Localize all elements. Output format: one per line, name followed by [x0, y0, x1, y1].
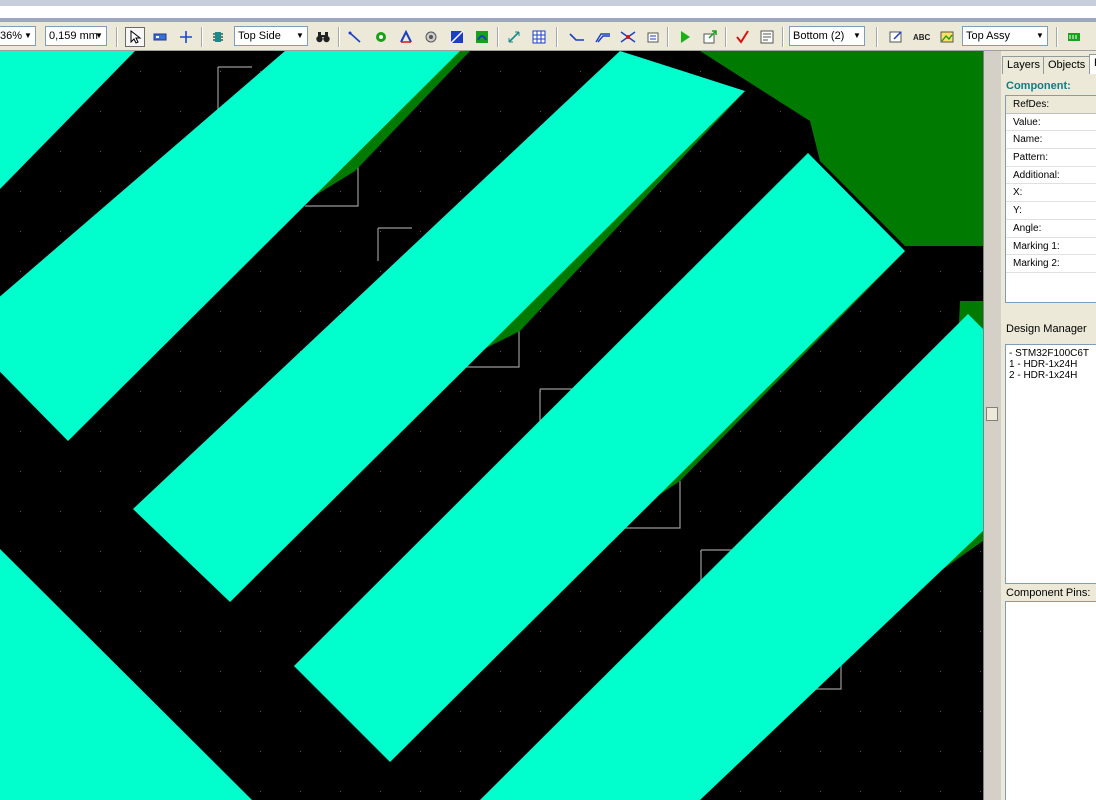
pad-icon[interactable] — [421, 27, 441, 47]
tab-properties[interactable]: F — [1089, 54, 1096, 74]
drc-icon[interactable] — [732, 27, 752, 47]
main-toolbar: 36% ▼ 0,159 mm ▼ Top Side ▼ Bottom (2) ▼… — [0, 22, 1096, 51]
panel-splitter[interactable] — [983, 51, 1001, 800]
toolbar-separator — [201, 27, 203, 47]
place-component-icon[interactable] — [150, 27, 170, 47]
component-pins-title: Component Pins: — [1006, 587, 1091, 599]
property-row-marking-2[interactable]: Marking 2: — [1006, 255, 1096, 273]
export-icon[interactable] — [700, 27, 720, 47]
spell-abc-icon[interactable]: ABC — [911, 27, 933, 47]
toolbar-separator — [667, 27, 669, 47]
pcb-canvas[interactable] — [0, 51, 983, 800]
layers-view-icon[interactable] — [1064, 27, 1084, 47]
assy-combo[interactable]: Top Assy ▼ — [962, 26, 1048, 46]
manual-route-icon[interactable] — [567, 27, 587, 47]
toolbar-separator — [1056, 27, 1058, 47]
bus-route-icon[interactable] — [618, 27, 638, 47]
autoroute-icon[interactable] — [643, 27, 663, 47]
tab-layers[interactable]: Layers — [1002, 56, 1046, 74]
dimension-icon[interactable] — [504, 27, 524, 47]
property-row-value[interactable]: Value: — [1006, 114, 1096, 132]
property-row-refdes[interactable]: RefDes: — [1006, 96, 1096, 114]
component-title: Component: — [1006, 80, 1071, 92]
property-row-additional[interactable]: Additional: — [1006, 167, 1096, 185]
title-strip — [0, 0, 1096, 22]
svg-text:ABC: ABC — [913, 33, 931, 42]
multi-route-icon[interactable] — [593, 27, 613, 47]
property-row-name[interactable]: Name: — [1006, 131, 1096, 150]
copper-pour-icon[interactable] — [472, 27, 492, 47]
chip-icon[interactable] — [208, 27, 228, 47]
chevron-down-icon[interactable]: ▼ — [21, 27, 35, 45]
chevron-down-icon[interactable]: ▼ — [92, 27, 106, 45]
toolbar-separator — [338, 27, 340, 47]
design-manager-list[interactable]: - STM32F100C6T 1 - HDR-1x24H 2 - HDR-1x2… — [1005, 344, 1096, 584]
design-item-stm32[interactable]: - STM32F100C6T — [1009, 348, 1096, 359]
crosshair-icon[interactable] — [176, 27, 196, 47]
route-wire-icon[interactable] — [345, 27, 365, 47]
drc-report-icon[interactable] — [757, 27, 777, 47]
toolbar-separator — [497, 27, 499, 47]
via-icon[interactable] — [371, 27, 391, 47]
chevron-down-icon[interactable]: ▼ — [1033, 27, 1047, 45]
side-combo[interactable]: Top Side ▼ — [234, 26, 308, 46]
component-properties-grid: RefDes: Value: Name: Pattern: Additional… — [1005, 95, 1096, 303]
chevron-down-icon[interactable]: ▼ — [850, 27, 864, 45]
property-row-x[interactable]: X: — [1006, 184, 1096, 203]
layer-combo[interactable]: Bottom (2) ▼ — [789, 26, 865, 46]
toolbar-separator — [782, 27, 784, 47]
title-bar-edge — [0, 0, 1096, 6]
toolbar-separator — [725, 27, 727, 47]
design-manager-title: Design Manager — [1006, 323, 1087, 335]
toolbar-separator — [116, 27, 118, 47]
properties-icon[interactable] — [886, 27, 906, 47]
image-icon[interactable] — [937, 27, 957, 47]
toolbar-separator — [876, 27, 878, 47]
chevron-down-icon[interactable]: ▼ — [293, 27, 307, 45]
toolbar-separator — [556, 27, 558, 47]
design-item-hdr-2[interactable]: 2 - HDR-1x24H — [1009, 370, 1096, 381]
text-icon[interactable] — [396, 27, 416, 47]
property-row-pattern[interactable]: Pattern: — [1006, 149, 1096, 167]
run-icon[interactable] — [675, 27, 695, 47]
pcb-drawing[interactable] — [0, 51, 983, 800]
properties-panel: Layers Objects F Component: RefDes: Valu… — [1001, 51, 1096, 800]
property-row-marking-1[interactable]: Marking 1: — [1006, 238, 1096, 256]
binoculars-icon[interactable] — [313, 27, 333, 47]
polygon-icon[interactable] — [447, 27, 467, 47]
zoom-combo[interactable]: 36% ▼ — [0, 26, 36, 46]
tab-objects[interactable]: Objects — [1043, 56, 1091, 74]
property-row-angle[interactable]: Angle: — [1006, 220, 1096, 238]
property-row-y[interactable]: Y: — [1006, 202, 1096, 220]
design-item-hdr-1[interactable]: 1 - HDR-1x24H — [1009, 359, 1096, 370]
grid-combo[interactable]: 0,159 mm ▼ — [45, 26, 107, 46]
table-icon[interactable] — [529, 27, 549, 47]
select-arrow-icon[interactable] — [125, 27, 145, 47]
splitter-grip[interactable] — [986, 407, 998, 421]
component-pins-list[interactable] — [1005, 601, 1096, 800]
